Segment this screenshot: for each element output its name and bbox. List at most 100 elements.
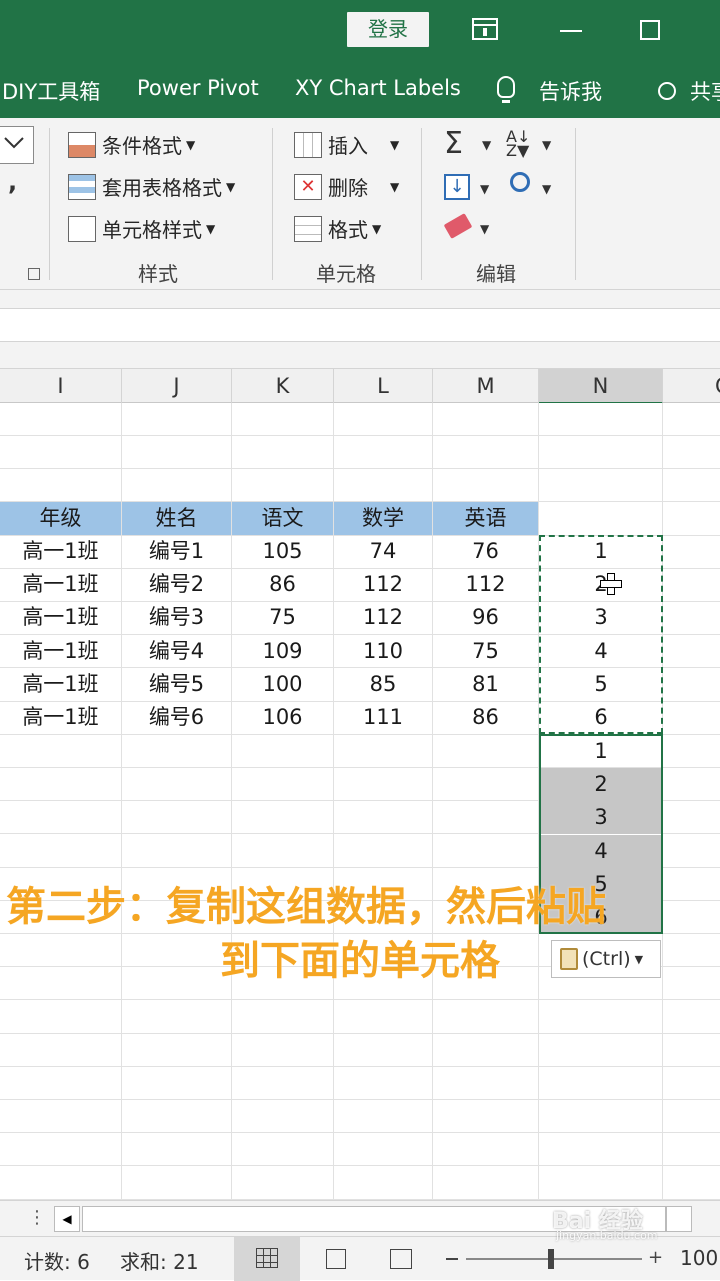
cell-english[interactable]: 112: [433, 568, 538, 601]
status-count: 计数: 6: [24, 1250, 90, 1274]
cell-math[interactable]: 74: [334, 535, 432, 568]
autosum-icon[interactable]: Σ: [444, 126, 463, 161]
chevron-down-icon: [4, 137, 24, 149]
header-cell-name[interactable]: 姓名: [122, 502, 231, 535]
dialog-launcher-icon[interactable]: [28, 268, 40, 280]
format-button[interactable]: 格式 ▼: [294, 214, 381, 243]
status-bar: 计数: 6 求和: 21 + 100 Bai 经验 jingyan.baidu.…: [0, 1209, 720, 1281]
cell-english[interactable]: 81: [433, 668, 538, 701]
page-layout-view-icon[interactable]: [326, 1249, 346, 1269]
cell-grade[interactable]: 高一1班: [0, 668, 121, 701]
login-button[interactable]: 登录: [347, 12, 429, 47]
cell-name[interactable]: 编号2: [122, 568, 231, 601]
cell-english[interactable]: 76: [433, 535, 538, 568]
cell-styles-icon: [68, 215, 96, 242]
formula-bar: [0, 290, 720, 352]
gridline-horizontal: [0, 1165, 720, 1166]
cell-name[interactable]: 编号1: [122, 535, 231, 568]
cell-math[interactable]: 111: [334, 701, 432, 734]
cell-name[interactable]: 编号5: [122, 668, 231, 701]
tell-me-search[interactable]: 告诉我: [539, 76, 602, 106]
title-bar: 登录: [0, 0, 720, 62]
cell-math[interactable]: 85: [334, 668, 432, 701]
format-cells-icon: [294, 215, 322, 242]
column-header-m[interactable]: M: [433, 369, 539, 404]
cell-name[interactable]: 编号6: [122, 701, 231, 734]
zoom-in-button[interactable]: +: [648, 1247, 663, 1268]
maximize-icon[interactable]: [640, 20, 660, 40]
minimize-icon[interactable]: [560, 30, 582, 32]
gridline-horizontal: [0, 1066, 720, 1067]
header-cell-math[interactable]: 数学: [334, 502, 432, 535]
caption-line-1: 第二步：复制这组数据，然后粘贴: [6, 884, 606, 930]
zoom-slider[interactable]: [466, 1258, 642, 1260]
zoom-out-button[interactable]: [446, 1258, 458, 1260]
column-header-l[interactable]: L: [334, 369, 433, 404]
find-select-icon[interactable]: [510, 172, 530, 192]
sheet-options-icon[interactable]: ⋮: [28, 1207, 46, 1228]
cell-math[interactable]: 112: [334, 601, 432, 634]
eraser-icon[interactable]: [443, 213, 473, 239]
editing-group-label: 编辑: [476, 262, 516, 286]
gridline-horizontal: [0, 1132, 720, 1133]
cell-chinese[interactable]: 75: [232, 601, 333, 634]
scroll-left-button[interactable]: ◀: [54, 1206, 80, 1232]
column-headers: I J K L M N O: [0, 368, 720, 404]
cell-chinese[interactable]: 86: [232, 568, 333, 601]
cell-grade[interactable]: 高一1班: [0, 635, 121, 668]
lightbulb-icon[interactable]: [497, 76, 515, 98]
cell-name[interactable]: 编号3: [122, 601, 231, 634]
tab-power-pivot[interactable]: Power Pivot: [137, 76, 259, 100]
sort-filter-icon[interactable]: A↓ Z▼: [506, 129, 530, 159]
cell-grade[interactable]: 高一1班: [0, 601, 121, 634]
cell-english[interactable]: 86: [433, 701, 538, 734]
cell-math[interactable]: 110: [334, 635, 432, 668]
zoom-slider-thumb[interactable]: [548, 1249, 554, 1269]
insert-button[interactable]: 插入 ▼: [294, 130, 399, 159]
fill-down-icon[interactable]: ↓: [444, 174, 470, 200]
normal-view-icon: [256, 1248, 278, 1268]
ribbon: , 条件格式 ▼ 套用表格格式 ▼ 单元格样式 ▼ 样式 插入 ▼ ✕ 删除 ▼ 格式 ▼ …: [0, 118, 720, 290]
worksheet-grid[interactable]: 年级 姓名 语文 数学 英语 高一1班 编号1 105 74 76 1 高一1班 编号2 86 1…: [0, 403, 720, 1200]
column-header-n[interactable]: N: [539, 369, 663, 404]
cell-english[interactable]: 75: [433, 635, 538, 668]
user-add-icon[interactable]: [658, 82, 676, 100]
comma-style-button[interactable]: ,: [8, 168, 17, 196]
caption-line-2: 到下面的单元格: [220, 938, 500, 984]
cell-styles-button[interactable]: 单元格样式 ▼: [68, 214, 215, 243]
cell-name[interactable]: 编号4: [122, 635, 231, 668]
cell-chinese[interactable]: 105: [232, 535, 333, 568]
cell-chinese[interactable]: 109: [232, 635, 333, 668]
cell-math[interactable]: 112: [334, 568, 432, 601]
cell-grade[interactable]: 高一1班: [0, 535, 121, 568]
formula-input[interactable]: [0, 308, 720, 342]
cell-grade[interactable]: 高一1班: [0, 701, 121, 734]
normal-view-button[interactable]: [234, 1237, 300, 1281]
number-format-dropdown[interactable]: [0, 126, 34, 164]
delete-button[interactable]: ✕ 删除 ▼: [294, 172, 399, 201]
status-sum: 求和: 21: [120, 1250, 199, 1274]
format-as-table-button[interactable]: 套用表格格式 ▼: [68, 172, 235, 201]
baidu-watermark-url: jingyan.baidu.com: [556, 1229, 658, 1242]
page-break-view-icon[interactable]: [390, 1249, 412, 1269]
tab-xy-chart-labels[interactable]: XY Chart Labels: [295, 76, 461, 100]
cell-english[interactable]: 96: [433, 601, 538, 634]
cell-chinese[interactable]: 106: [232, 701, 333, 734]
header-cell-chinese[interactable]: 语文: [232, 502, 333, 535]
cell-chinese[interactable]: 100: [232, 668, 333, 701]
zoom-level[interactable]: 100: [680, 1246, 718, 1270]
conditional-format-button[interactable]: 条件格式 ▼: [68, 130, 195, 159]
column-header-o[interactable]: O: [663, 369, 720, 404]
share-button[interactable]: 共享: [690, 76, 720, 106]
column-header-k[interactable]: K: [232, 369, 334, 404]
column-header-i[interactable]: I: [0, 369, 122, 404]
scroll-right-button[interactable]: [666, 1206, 692, 1232]
ribbon-display-options-icon[interactable]: [472, 18, 498, 40]
header-cell-english[interactable]: 英语: [433, 502, 538, 535]
column-header-j[interactable]: J: [122, 369, 232, 404]
gridline-horizontal: [0, 1033, 720, 1034]
header-cell-grade[interactable]: 年级: [0, 502, 121, 535]
cell-grade[interactable]: 高一1班: [0, 568, 121, 601]
delete-cells-icon: ✕: [294, 173, 322, 200]
tab-diy-toolbox[interactable]: DIY工具箱: [2, 76, 100, 106]
